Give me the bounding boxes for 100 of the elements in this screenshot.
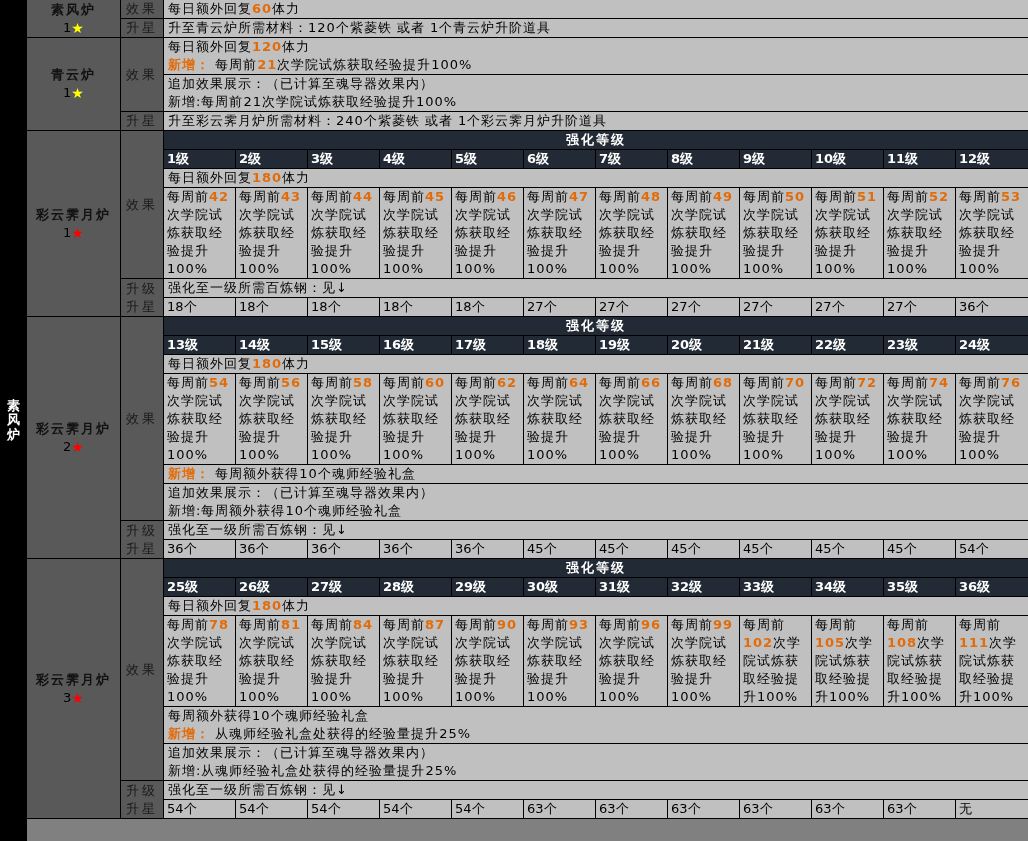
level-effect-cell: 每周前84次学院试炼获取经验提升100% xyxy=(308,616,380,706)
upgrade-text: 强化至一级所需百炼钢：见↓ xyxy=(167,279,349,297)
cost-cell: 45个 xyxy=(596,540,668,558)
level-header-cell: 1级 xyxy=(164,150,236,168)
level-effect-cell: 每周前64次学院试炼获取经验提升100% xyxy=(524,374,596,464)
level-header-cell: 30级 xyxy=(524,578,596,596)
level-header-cell: 21级 xyxy=(740,336,812,354)
level-header-cell: 6级 xyxy=(524,150,596,168)
level-effect-cell: 每周前68次学院试炼获取经验提升100% xyxy=(668,374,740,464)
level-effect-cell: 每周前74次学院试炼获取经验提升100% xyxy=(884,374,956,464)
cost-cell: 54个 xyxy=(236,800,308,818)
level-effect-cell: 每周前72次学院试炼获取经验提升100% xyxy=(812,374,884,464)
cost-cell: 18个 xyxy=(380,298,452,316)
level-header-cell: 12级 xyxy=(956,150,1028,168)
upgrade-text: 升至彩云霁月炉所需材料：240个紫菱铁 或者 1个彩云霁月炉升阶道具 xyxy=(167,112,609,130)
row-label: 效果 xyxy=(121,131,164,278)
level-effect-cell: 每周前54次学院试炼获取经验提升100% xyxy=(164,374,236,464)
row-label: 效果 xyxy=(121,0,164,18)
row-label: 升星 xyxy=(121,19,164,37)
effect-text: 每日额外回复120体力 xyxy=(167,38,312,56)
star-mark: ★ xyxy=(71,437,84,456)
level-header-cell: 31级 xyxy=(596,578,668,596)
level-header-cell: 8级 xyxy=(668,150,740,168)
level-effect-cell: 每周前52次学院试炼获取经验提升100% xyxy=(884,188,956,278)
star-mark: ★ xyxy=(71,84,84,102)
level-header-cell: 3级 xyxy=(308,150,380,168)
level-effect-cell: 每周前47次学院试炼获取经验提升100% xyxy=(524,188,596,278)
row-label: 效果 xyxy=(121,317,164,520)
rank-number: 1 xyxy=(63,84,72,102)
level-header-cell: 10级 xyxy=(812,150,884,168)
cost-cell: 36个 xyxy=(452,540,524,558)
cost-cell: 27个 xyxy=(884,298,956,316)
cost-cell: 18个 xyxy=(236,298,308,316)
cost-cell: 18个 xyxy=(164,298,236,316)
cost-cell: 18个 xyxy=(308,298,380,316)
cost-cell-text: 无 xyxy=(958,800,973,818)
cost-cell: 36个 xyxy=(308,540,380,558)
cost-cell: 63个 xyxy=(884,800,956,818)
effect-text: 追加效果展示：（已计算至魂导器效果内） xyxy=(167,75,435,93)
level-effect-cell: 每周前45次学院试炼获取经验提升100% xyxy=(380,188,452,278)
cost-cell: 45个 xyxy=(524,540,596,558)
cost-cell: 36个 xyxy=(380,540,452,558)
effect-text: 新增:每周前21次学院试炼获取经验提升100% xyxy=(167,93,459,111)
effect-text: 每日额外回复180体力 xyxy=(164,354,1028,373)
level-effect-cell: 每周前102次学院试炼获取经验提升100% xyxy=(740,616,812,706)
cost-cell: 63个 xyxy=(740,800,812,818)
cost-cell: 45个 xyxy=(668,540,740,558)
rank-number: 3 xyxy=(63,688,72,707)
level-header-cell: 28级 xyxy=(380,578,452,596)
level-effect-cell: 每周前58次学院试炼获取经验提升100% xyxy=(308,374,380,464)
level-effect-cell: 每周前105次学院试炼获取经验提升100% xyxy=(812,616,884,706)
rank-number: 2 xyxy=(63,437,72,456)
level-effect-cell: 每周前78次学院试炼获取经验提升100% xyxy=(164,616,236,706)
star-mark: ★ xyxy=(71,688,84,707)
row-label: 升级 升星 xyxy=(121,521,164,558)
rank-number: 1 xyxy=(63,18,72,37)
cost-cell: 36个 xyxy=(236,540,308,558)
cost-cell: 45个 xyxy=(812,540,884,558)
cost-cell: 63个 xyxy=(668,800,740,818)
cost-cell-text: 36个 xyxy=(958,298,990,316)
level-effect-cell: 每周前56次学院试炼获取经验提升100% xyxy=(236,374,308,464)
upgrade-text: 强化至一级所需百炼钢：见↓ xyxy=(167,521,349,539)
level-header-cell: 27级 xyxy=(308,578,380,596)
cost-cell-text: 54个 xyxy=(958,540,990,558)
level-header-cell: 19级 xyxy=(596,336,668,354)
level-table-header: 强化等级 xyxy=(164,317,1028,335)
level-effect-cell-text: 每周前111次学院试炼获取经验提升100% xyxy=(958,616,1019,706)
tier-name: 彩云霁月炉 xyxy=(36,419,111,438)
cost-cell: 54个 xyxy=(380,800,452,818)
tier-name: 青云炉 xyxy=(51,66,96,84)
level-header-cell: 22级 xyxy=(812,336,884,354)
level-effect-cell: 每周前51次学院试炼获取经验提升100% xyxy=(812,188,884,278)
level-effect-cell: 每周前50次学院试炼获取经验提升100% xyxy=(740,188,812,278)
level-header-cell: 5级 xyxy=(452,150,524,168)
level-effect-cell: 每周前99次学院试炼获取经验提升100% xyxy=(668,616,740,706)
level-header-cell: 32级 xyxy=(668,578,740,596)
effect-text: 新增： 从魂师经验礼盒处获得的经验量提升25% xyxy=(167,725,473,743)
effect-text: 新增:从魂师经验礼盒处获得的经验量提升25% xyxy=(167,762,459,780)
level-header-cell: 11级 xyxy=(884,150,956,168)
tier-name: 素风炉 xyxy=(51,0,96,19)
row-label: 升星 xyxy=(121,112,164,130)
level-header-cell: 29级 xyxy=(452,578,524,596)
level-header-cell: 26级 xyxy=(236,578,308,596)
level-header-cell: 20级 xyxy=(668,336,740,354)
cost-cell: 63个 xyxy=(596,800,668,818)
level-header-cell: 2级 xyxy=(236,150,308,168)
level-header-cell: 35级 xyxy=(884,578,956,596)
level-effect-cell-text: 每周前76次学院试炼获取经验提升100% xyxy=(958,374,1023,464)
level-header-cell: 15级 xyxy=(308,336,380,354)
cost-cell: 63个 xyxy=(812,800,884,818)
effect-text: 每日额外回复180体力 xyxy=(164,168,1028,187)
effect-text: 每日额外回复180体力 xyxy=(164,596,1028,615)
level-header-cell: 4级 xyxy=(380,150,452,168)
level-header-cell: 36级 xyxy=(956,578,1028,596)
level-effect-cell: 每周前93次学院试炼获取经验提升100% xyxy=(524,616,596,706)
star-mark: ★ xyxy=(71,223,84,242)
effect-text: 新增： 每周额外获得10个魂师经验礼盒 xyxy=(167,465,417,483)
cost-cell: 27个 xyxy=(740,298,812,316)
effect-text: 新增： 每周前21次学院试炼获取经验提升100% xyxy=(167,56,474,74)
row-label: 升级 升星 xyxy=(121,279,164,316)
